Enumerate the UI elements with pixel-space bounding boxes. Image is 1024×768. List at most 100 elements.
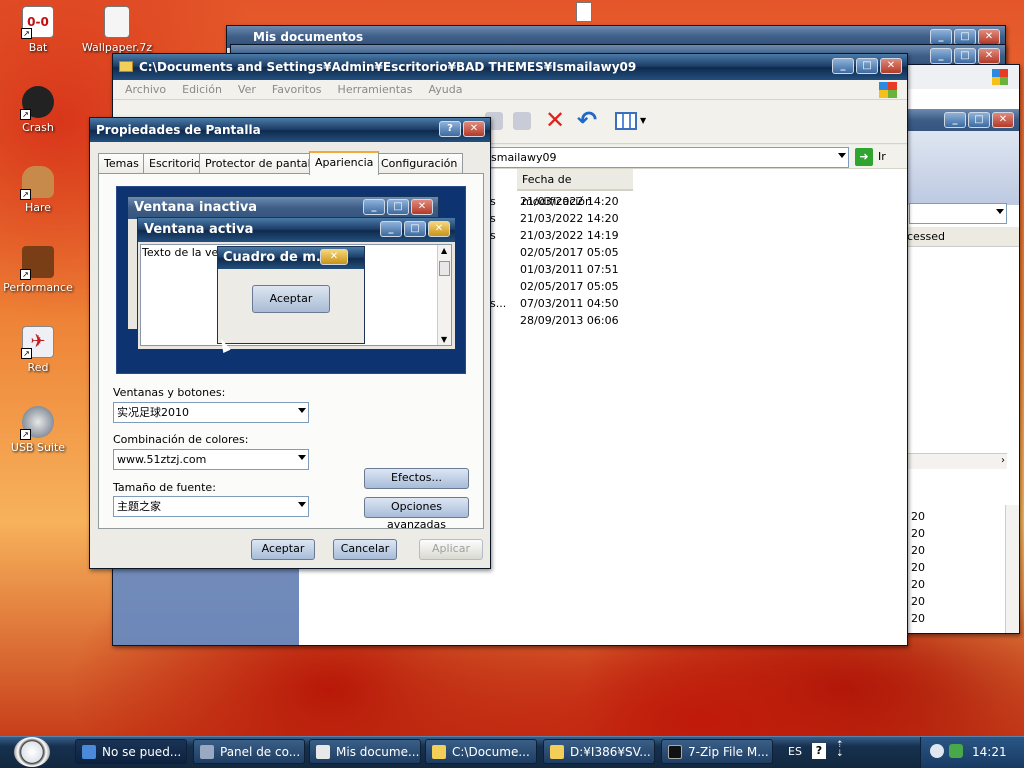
desktop-icon-label: USB Suite (10, 441, 66, 454)
go-button-label[interactable]: Ir (878, 150, 886, 163)
scroll-right-icon: › (1001, 455, 1005, 466)
close-icon: ✕ (411, 199, 433, 215)
help-button[interactable]: ? (439, 121, 461, 137)
tab-escritorio[interactable]: Escritorio (143, 153, 207, 174)
close-button[interactable]: ✕ (978, 29, 1000, 45)
menu-ver[interactable]: Ver (230, 80, 264, 99)
horizontal-scrollbar[interactable]: › (907, 453, 1007, 469)
table-row-date: 01/03/2011 07:51 (520, 263, 619, 276)
desktop-icon-hare[interactable]: ↗ Hare (2, 166, 74, 214)
table-row-date: 02/05/2017 05:05 (520, 246, 619, 259)
undo-icon[interactable]: ↶ (577, 106, 597, 134)
table-row[interactable]: s... (490, 297, 506, 310)
menu-favoritos[interactable]: Favoritos (264, 80, 330, 99)
chevron-down-icon[interactable]: ▼ (640, 116, 646, 125)
desktop-icon-label: Crash (22, 121, 54, 134)
desktop-icon-performance[interactable]: ↗ Performance (2, 246, 74, 294)
close-button[interactable]: ✕ (978, 48, 1000, 64)
windows-logo-icon (992, 69, 1008, 85)
desktop-file-icon[interactable] (576, 2, 592, 22)
maximize-button[interactable]: □ (856, 58, 878, 74)
window-title-bar[interactable]: _ □ ✕ (907, 109, 1019, 131)
column-header[interactable]: cessed (907, 227, 1019, 247)
desktop-icon-red[interactable]: ✈ ↗ Red (2, 326, 74, 374)
address-combo[interactable] (909, 203, 1007, 224)
close-button[interactable]: ✕ (463, 121, 485, 137)
maximize-button[interactable]: □ (954, 48, 976, 64)
list-item: 20 (911, 510, 925, 523)
cancel-button[interactable]: Cancelar (333, 539, 397, 560)
table-row-date: 21/03/2022 14:20 (520, 195, 619, 208)
taskbar-item-panel-de-control[interactable]: Panel de co... (193, 739, 305, 764)
close-button[interactable]: ✕ (880, 58, 902, 74)
vertical-scrollbar[interactable] (1005, 505, 1019, 633)
preview-msgbox-title: Cuadro de m... (223, 250, 331, 265)
menu-archivo[interactable]: Archivo (117, 80, 174, 99)
minimize-button[interactable]: _ (930, 48, 952, 64)
menu-edicion[interactable]: Edición (174, 80, 230, 99)
taskbar-item-no-se-pued[interactable]: No se pued... (75, 739, 187, 764)
window-right-background[interactable]: _ □ ✕ cessed › 20 20 20 20 20 20 20 (906, 64, 1020, 634)
minimize-button[interactable]: _ (832, 58, 854, 74)
language-indicator[interactable]: ES (788, 745, 802, 758)
taskbar-item-mis-documentos[interactable]: Mis docume... (309, 739, 421, 764)
list-item: 20 (911, 595, 925, 608)
tab-temas[interactable]: Temas (98, 153, 145, 174)
ie-icon (82, 745, 96, 759)
archive-file-icon (104, 6, 130, 38)
tray-arrows-icon[interactable]: ⇡ ⇣ (836, 741, 844, 759)
start-button[interactable] (14, 737, 50, 767)
list-item: 20 (911, 612, 925, 625)
doghouse-icon: ↗ (20, 246, 54, 280)
tab-configuracion[interactable]: Configuración (375, 153, 464, 174)
font-size-select[interactable]: 主题之家 (113, 496, 309, 517)
security-shield-icon[interactable] (949, 744, 963, 758)
color-scheme-select[interactable]: www.51ztzj.com (113, 449, 309, 470)
close-icon: ✕ (320, 249, 348, 265)
bomb-icon: ↗ (20, 86, 54, 120)
tab-apariencia[interactable]: Apariencia (309, 151, 380, 175)
display-properties-dialog[interactable]: Propiedades de Pantalla ? ✕ Temas Escrito… (89, 117, 491, 569)
table-row-date: 21/03/2022 14:20 (520, 212, 619, 225)
taskbar-item-d-i386[interactable]: D:¥I386¥SV... (543, 739, 655, 764)
dialog-title-bar[interactable]: Propiedades de Pantalla ? ✕ (90, 118, 490, 142)
help-tray-icon[interactable]: ? (812, 743, 826, 759)
desktop-icon-bat[interactable]: 0-0 ↗ Bat (2, 6, 74, 54)
taskbar-item-7zip[interactable]: 7-Zip File M... (661, 739, 773, 764)
effects-button[interactable]: Efectos... (364, 468, 469, 489)
minimize-icon: _ (363, 199, 385, 215)
network-icon[interactable] (930, 744, 944, 758)
7zip-icon (668, 745, 682, 759)
menu-ayuda[interactable]: Ayuda (420, 80, 470, 99)
advanced-options-button[interactable]: Opciones avanzadas (364, 497, 469, 531)
rocket-icon: ✈ ↗ (21, 326, 54, 359)
windows-buttons-select[interactable]: 实况足球2010 (113, 402, 309, 423)
maximize-button[interactable]: □ (954, 29, 976, 45)
dialog-title: Propiedades de Pantalla (96, 123, 261, 137)
tab-protector[interactable]: Protector de pantalla (199, 153, 327, 174)
desktop-icon-crash[interactable]: ↗ Crash (2, 86, 74, 134)
desktop-icon-label: Bat (28, 41, 48, 54)
clock[interactable]: 14:21 (972, 745, 1007, 759)
table-row-date: 07/03/2011 04:50 (520, 297, 619, 310)
apply-button[interactable]: Aplicar (419, 539, 483, 560)
minimize-button[interactable]: _ (944, 112, 966, 128)
minimize-button[interactable]: _ (930, 29, 952, 45)
control-panel-icon (200, 745, 214, 759)
go-arrow-icon[interactable]: ➜ (855, 148, 873, 166)
menu-herramientas[interactable]: Herramientas (330, 80, 421, 99)
maximize-icon: □ (404, 221, 426, 237)
views-icon[interactable] (615, 112, 637, 130)
maximize-button[interactable]: □ (968, 112, 990, 128)
address-input[interactable]: smailawy09 (487, 147, 849, 168)
usb-icon: ↗ (20, 406, 54, 440)
close-button[interactable]: ✕ (992, 112, 1014, 128)
taskbar-item-c-documents[interactable]: C:\Docume... (425, 739, 537, 764)
copy-to-icon[interactable] (513, 112, 531, 130)
desktop-icon-usb-suite[interactable]: ↗ USB Suite (2, 406, 74, 454)
column-header-modified[interactable]: Fecha de modificación (517, 169, 633, 208)
window-title-bar[interactable]: C:\Documents and Settings¥Admin¥Escritor… (113, 54, 907, 80)
delete-icon[interactable]: ✕ (545, 106, 565, 134)
ok-button[interactable]: Aceptar (251, 539, 315, 560)
desktop-icon-wallpaper[interactable]: Wallpaper.7z (81, 6, 153, 54)
